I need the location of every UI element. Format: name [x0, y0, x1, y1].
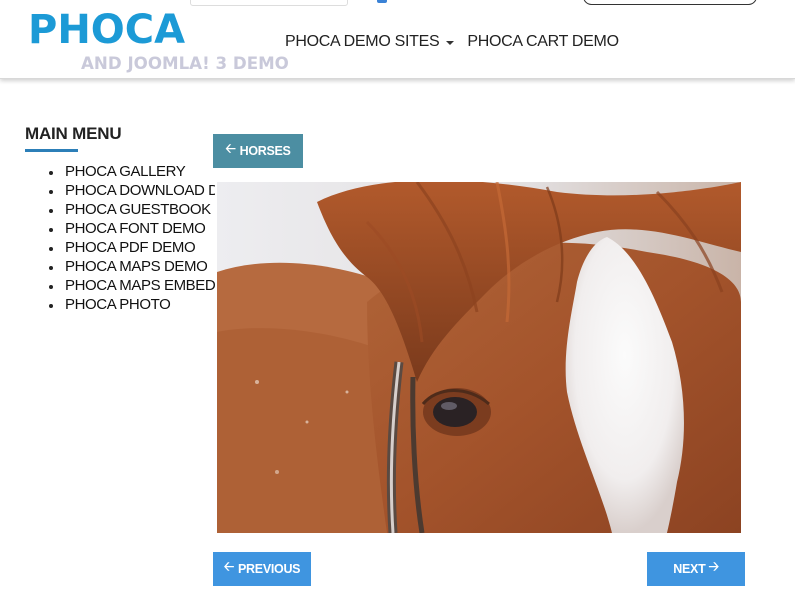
- site-logo[interactable]: PHOCA: [28, 7, 185, 53]
- nav-item-phoca-demo-sites[interactable]: PHOCA DEMO SITES: [285, 33, 455, 51]
- previous-button[interactable]: 🡠 PREVIOUS: [213, 552, 311, 586]
- sidebar-menu: PHOCA GALLERY PHOCA DOWNLOAD DEMO PHOCA …: [25, 162, 215, 314]
- arrow-left-icon: 🡠: [225, 141, 236, 156]
- arrow-right-icon: 🡢: [708, 559, 719, 574]
- back-button-label: HORSES: [239, 144, 291, 158]
- next-button-label: NEXT: [673, 562, 706, 576]
- page: PHOCA AND JOOMLA! 3 DEMO PHOCA DEMO SITE…: [0, 0, 795, 599]
- top-pill-button-edge[interactable]: [583, 0, 757, 5]
- sidebar-item-phoca-pdf-demo[interactable]: PHOCA PDF DEMO: [25, 238, 215, 257]
- horse-photo[interactable]: [217, 182, 741, 533]
- back-to-category-button[interactable]: 🡠 HORSES: [213, 134, 303, 168]
- nav-item-label: PHOCA CART DEMO: [467, 33, 619, 50]
- sidebar-title: MAIN MENU: [25, 124, 122, 143]
- share-icon[interactable]: [377, 0, 387, 3]
- sidebar-item-phoca-download-demo[interactable]: PHOCA DOWNLOAD DEMO: [25, 181, 215, 200]
- caret-down-icon: [446, 41, 455, 45]
- nav-item-phoca-cart-demo[interactable]: PHOCA CART DEMO: [467, 33, 619, 51]
- search-box-edge[interactable]: [190, 0, 348, 6]
- sidebar-title-underline: [25, 149, 78, 152]
- site-header: PHOCA AND JOOMLA! 3 DEMO PHOCA DEMO SITE…: [0, 0, 795, 79]
- sidebar-item-phoca-font-demo[interactable]: PHOCA FONT DEMO: [25, 219, 215, 238]
- next-button[interactable]: NEXT 🡢: [647, 552, 745, 586]
- nav-item-label: PHOCA DEMO SITES: [285, 33, 440, 50]
- main-nav: PHOCA DEMO SITES PHOCA CART DEMO: [285, 33, 619, 51]
- sidebar-item-phoca-maps-embed[interactable]: PHOCA MAPS EMBED: [25, 276, 215, 295]
- sidebar-item-phoca-gallery[interactable]: PHOCA GALLERY: [25, 162, 215, 181]
- arrow-left-icon: 🡠: [223, 559, 235, 574]
- sidebar-item-phoca-guestbook[interactable]: PHOCA GUESTBOOK: [25, 200, 215, 219]
- site-logo-subtitle: AND JOOMLA! 3 DEMO: [81, 54, 289, 74]
- horse-photo-image: [217, 182, 741, 533]
- sidebar-item-phoca-maps-demo[interactable]: PHOCA MAPS DEMO: [25, 257, 215, 276]
- sidebar-item-phoca-photo[interactable]: PHOCA PHOTO: [25, 295, 215, 314]
- previous-button-label: PREVIOUS: [238, 562, 301, 576]
